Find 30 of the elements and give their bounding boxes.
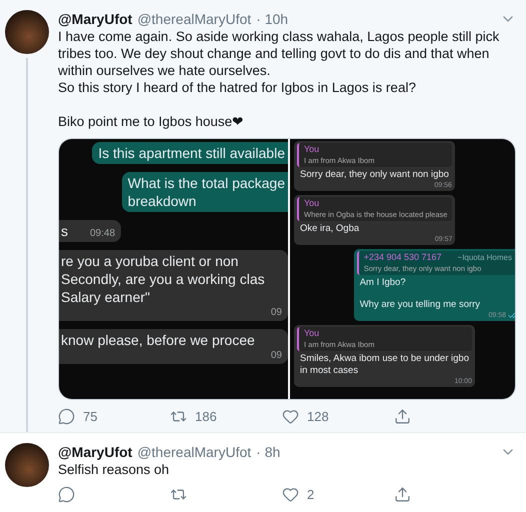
sent-message: What is the total package breakdown [122, 172, 288, 212]
sent-message: Is this apartment still available [92, 142, 288, 164]
handle[interactable]: @therealMaryUfot [137, 444, 252, 460]
retweet-button[interactable]: 186 [170, 408, 282, 424]
display-name[interactable]: @MaryUfot [58, 444, 132, 460]
share-icon [394, 486, 411, 502]
avatar[interactable] [5, 10, 49, 54]
like-icon [282, 408, 299, 424]
tweet-text: So this story I heard of the hatred for Igbos in Lagos is real? [58, 79, 417, 96]
like-icon [282, 486, 299, 502]
received-message: know please, before we procee 09 [59, 329, 288, 364]
timestamp[interactable]: · 8h [256, 444, 280, 460]
reply-icon [58, 486, 75, 502]
like-button[interactable]: 2 [282, 486, 394, 502]
chat-screenshot[interactable]: Is this apartment still available What is the total package breakdown s 09:48 re you a yoruba client or non Secondly, are you a working clas Salary earner" 09 know please, before we procee 09 [59, 139, 288, 399]
read-ticks-icon [508, 311, 515, 320]
reply-icon [58, 408, 75, 424]
reply-button[interactable]: 75 [58, 408, 170, 424]
tweet-text: Selfish reasons oh [58, 461, 170, 478]
chat-screenshot[interactable] [290, 139, 515, 399]
avatar[interactable] [5, 443, 49, 487]
tweet-text: Biko point me to Igbos house❤ [58, 113, 246, 130]
handle[interactable]: @therealMaryUfot [137, 11, 252, 27]
tweet-text: I have come again. So aside working class wahala, Lagos people still pick tribes too. We dey shout change and telling govt to do dis and that when within ourselves we hate ourselves. [58, 28, 500, 79]
received-message: re you a yoruba client or non Secondly, are you a working clas Salary earner" 09 [59, 250, 288, 321]
received-message: s 09:48 [59, 220, 122, 242]
timestamp[interactable]: · 10h [256, 11, 288, 27]
share-icon [394, 408, 411, 424]
display-name[interactable]: @MaryUfot [58, 11, 132, 27]
like-button[interactable]: 128 [282, 408, 394, 424]
